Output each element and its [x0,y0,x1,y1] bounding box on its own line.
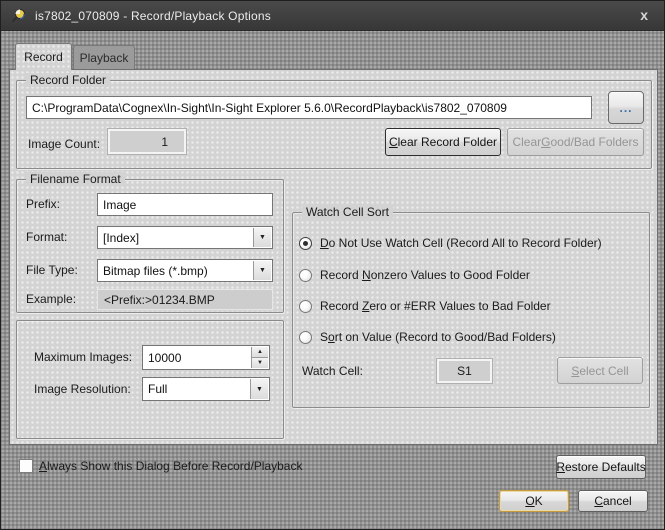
close-icon[interactable]: x [640,6,648,24]
stepper-buttons[interactable]: ▲▼ [251,347,268,368]
radio-label: Record Zero or #ERR Values to Bad Folder [320,299,551,313]
radio-record-zero-bad[interactable]: Record Zero or #ERR Values to Bad Folder [299,299,551,313]
radio-icon[interactable] [299,331,312,344]
watch-cell-value: S1 [437,359,492,383]
format-dropdown-value: [Index] [103,231,139,245]
chevron-down-icon[interactable]: ▼ [253,261,271,280]
radio-icon[interactable] [299,300,312,313]
record-folder-group-title: Record Folder [26,73,110,87]
format-dropdown[interactable]: [Index] ▼ [97,226,273,249]
record-playback-options-dialog: is7802_070809 - Record/Playback Options … [0,0,665,530]
image-resolution-value: Full [148,382,167,396]
image-count-value: 1 [108,129,186,154]
restore-defaults-button[interactable]: Restore Defaults [556,455,646,479]
clear-goodbad-folders-button: Clear Good/Bad Folders [507,128,644,156]
radio-icon[interactable] [299,237,312,250]
radio-record-nonzero-good[interactable]: Record Nonzero Values to Good Folder [299,268,530,282]
filename-format-group-title: Filename Format [26,172,125,186]
image-resolution-dropdown[interactable]: Full ▼ [142,377,270,401]
file-type-dropdown[interactable]: Bitmap files (*.bmp) ▼ [97,259,273,282]
always-show-checkbox[interactable] [19,459,33,473]
tab-record[interactable]: Record [15,43,72,70]
chevron-down-icon[interactable]: ▼ [253,228,271,247]
select-cell-button: Select Cell [557,357,643,384]
maximum-images-value: 10000 [148,351,181,365]
tab-playback[interactable]: Playback [73,45,135,70]
prefix-label: Prefix: [26,193,60,216]
watch-cell-sort-group-title: Watch Cell Sort [302,205,393,219]
chevron-down-icon[interactable]: ▼ [250,379,268,399]
radio-icon[interactable] [299,269,312,282]
file-type-label: File Type: [26,259,78,282]
cancel-button[interactable]: Cancel [578,490,648,512]
app-icon [11,8,27,24]
record-tab-page: Record Folder ... Image Count: 1 Clear R… [9,69,658,445]
radio-label: Sort on Value (Record to Good/Bad Folder… [320,330,556,344]
example-label: Example: [26,289,76,310]
always-show-checkbox-label[interactable]: Always Show this Dialog Before Record/Pl… [39,459,302,474]
prefix-input[interactable] [97,193,273,216]
browse-folder-button[interactable]: ... [608,91,644,124]
radio-sort-on-value[interactable]: Sort on Value (Record to Good/Bad Folder… [299,330,556,344]
watch-cell-label: Watch Cell: [302,359,363,383]
file-type-dropdown-value: Bitmap files (*.bmp) [103,264,208,278]
ok-button[interactable]: OK [499,490,569,512]
image-count-label: Image Count: [28,133,100,155]
window-title: is7802_070809 - Record/Playback Options [35,9,271,23]
image-resolution-label: Image Resolution: [34,377,131,401]
record-folder-path-input[interactable] [26,96,592,119]
radio-label: Record Nonzero Values to Good Folder [320,268,530,282]
format-label: Format: [26,226,67,249]
radio-do-not-use-watch-cell[interactable]: Do Not Use Watch Cell (Record All to Rec… [299,236,602,250]
title-bar: is7802_070809 - Record/Playback Options … [1,1,664,31]
example-value: <Prefix:>01234.BMP [97,289,273,310]
maximum-images-label: Maximum Images: [34,345,132,370]
chevron-down-icon[interactable]: ▼ [252,358,268,368]
clear-record-folder-button[interactable]: Clear Record Folder [385,128,501,156]
maximum-images-stepper[interactable]: 10000 ▲▼ [142,345,270,370]
chevron-up-icon[interactable]: ▲ [252,347,268,358]
radio-label: Do Not Use Watch Cell (Record All to Rec… [320,236,602,250]
